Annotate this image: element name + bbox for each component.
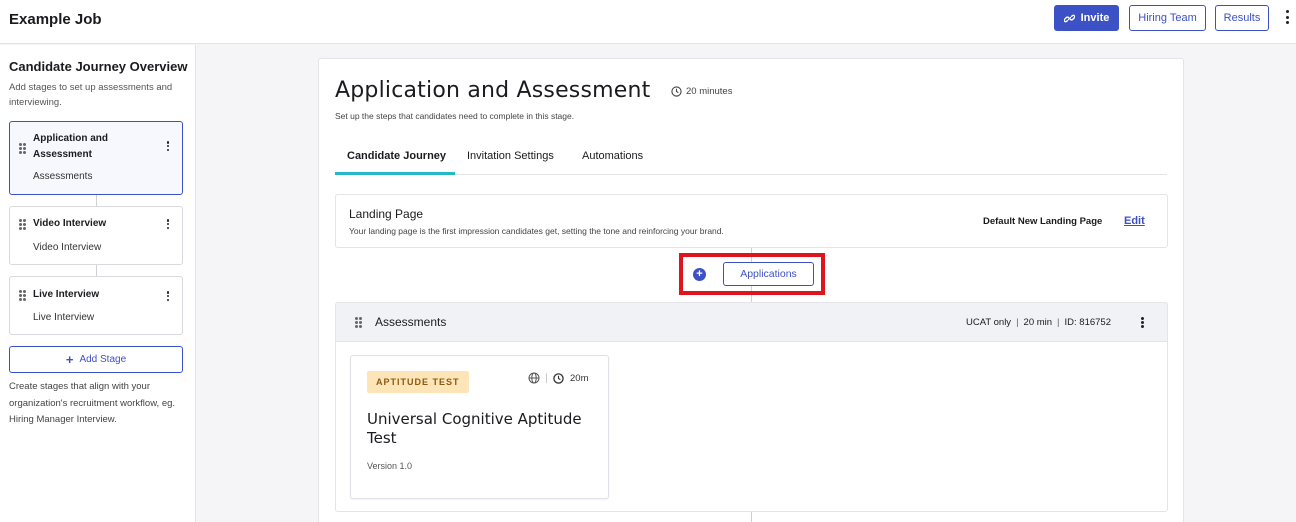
sidebar-help-text: Create stages that align with your organ… [9, 381, 176, 425]
highlight-box [679, 253, 825, 295]
job-title: Example Job [9, 11, 102, 28]
assessments-meta: UCAT only | 20 min | ID: 816752 [966, 317, 1111, 328]
stage-application-assessment[interactable]: Application and Assessment Assessments [9, 121, 183, 195]
add-stage-label: Add Stage [79, 354, 127, 365]
page-subtitle: Set up the steps that candidates need to… [335, 111, 575, 121]
globe-icon [528, 372, 540, 384]
landing-page-name: Default New Landing Page [983, 216, 1103, 227]
test-type-badge: APTITUDE TEST [367, 371, 469, 393]
stage-menu-icon[interactable] [166, 219, 170, 229]
tab-invitation-settings[interactable]: Invitation Settings [467, 150, 554, 162]
stage-detail-panel: Application and Assessment 20 minutes Se… [318, 58, 1184, 522]
add-stage-button[interactable]: + Add Stage [9, 346, 183, 373]
drag-handle-icon[interactable] [355, 317, 362, 328]
stage-menu-icon[interactable] [166, 141, 170, 151]
test-duration: 20m [570, 372, 589, 384]
sidebar: Candidate Journey Overview Add stages to… [0, 45, 196, 522]
tab-bar: Candidate Journey Invitation Settings Au… [335, 139, 1167, 175]
test-title: Universal Cognitive Aptitude Test [367, 410, 582, 447]
connector-line [96, 265, 97, 276]
assessments-section: Assessments UCAT only | 20 min | ID: 816752 … [335, 302, 1168, 512]
stage-sub: Live Interview [33, 312, 95, 323]
stage-duration: 20 minutes [671, 86, 732, 97]
stage-video-interview[interactable]: Video Interview Video Interview [9, 206, 183, 265]
edit-landing-page-link[interactable]: Edit [1124, 215, 1145, 227]
test-version: Version 1.0 [367, 461, 413, 471]
assessments-title: Assessments [375, 315, 447, 329]
invite-label: Invite [1080, 12, 1110, 24]
clock-icon [553, 372, 564, 384]
tab-automations[interactable]: Automations [582, 150, 643, 162]
plus-icon: + [65, 351, 74, 367]
test-card-info: 20m [528, 372, 588, 384]
stage-menu-icon[interactable] [166, 291, 170, 301]
drag-handle-icon[interactable] [19, 290, 26, 301]
connector-line [96, 195, 97, 206]
stage-live-interview[interactable]: Live Interview Live Interview [9, 276, 183, 335]
page-title: Application and Assessment [335, 78, 651, 103]
clock-icon [671, 86, 682, 97]
sidebar-description: Add stages to set up assessments and int… [9, 82, 173, 108]
meta-scope: UCAT only [966, 317, 1012, 328]
stage-name: Live Interview [33, 289, 100, 300]
test-card[interactable]: APTITUDE TEST 20m Universal Cognitive Ap… [350, 355, 609, 499]
landing-page-section: Landing Page Your landing page is the fi… [335, 194, 1168, 248]
active-tab-indicator [335, 172, 455, 175]
assessments-header: Assessments UCAT only | 20 min | ID: 816752 [336, 303, 1167, 342]
drag-handle-icon[interactable] [19, 219, 26, 230]
tab-candidate-journey[interactable]: Candidate Journey [347, 150, 446, 162]
hiring-team-button[interactable]: Hiring Team [1129, 5, 1206, 31]
sidebar-title: Candidate Journey Overview [9, 59, 188, 74]
assessments-menu-icon[interactable] [1140, 317, 1144, 328]
stage-sub: Assessments [33, 171, 93, 182]
top-bar: Example Job Invite Hiring Team Results [0, 0, 1296, 44]
results-button[interactable]: Results [1215, 5, 1269, 31]
duration-text: 20 minutes [686, 86, 733, 97]
stage-sub: Video Interview [33, 242, 102, 253]
landing-page-title: Landing Page [349, 207, 424, 221]
meta-duration: 20 min [1023, 317, 1053, 328]
drag-handle-icon[interactable] [19, 143, 26, 154]
link-icon [1063, 14, 1075, 22]
stage-name: Video Interview [33, 218, 107, 229]
connector-line [751, 512, 752, 522]
landing-page-description: Your landing page is the first impressio… [349, 226, 724, 236]
meta-id: ID: 816752 [1064, 317, 1111, 328]
more-options-icon[interactable] [1283, 10, 1291, 24]
stage-name: Application and Assessment [33, 133, 108, 160]
invite-button[interactable]: Invite [1054, 5, 1119, 31]
